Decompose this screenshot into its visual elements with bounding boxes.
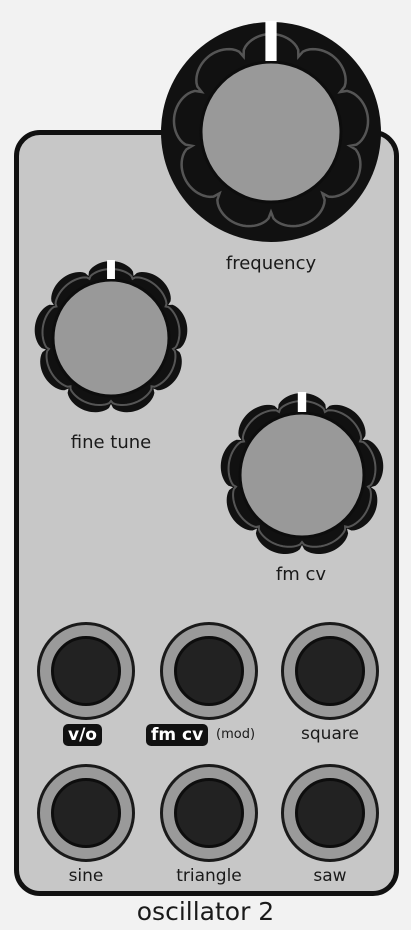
knob-pointer [265,21,277,61]
triangle-output-jack[interactable] [160,764,258,862]
jack-socket [295,636,365,706]
knob-cap [238,411,366,539]
triangle-label: triangle [176,866,242,886]
knob-pointer [107,260,115,279]
fm-cv-label: fm cv [275,564,327,585]
fm-cv-jack-label: fm cv [146,724,209,746]
fine-tune-label: fine tune [70,432,152,453]
fine-tune-knob[interactable] [32,253,190,423]
frequency-label: frequency [225,253,317,274]
saw-label: saw [313,866,347,886]
saw-output-jack[interactable] [281,764,379,862]
jack-socket [174,778,244,848]
fm-cv-knob[interactable] [218,389,386,561]
square-label: square [301,724,359,744]
knob-pointer [297,392,307,412]
knob-cap [51,278,171,398]
vo-label: v/o [63,724,102,746]
jack-socket [295,778,365,848]
sine-output-jack[interactable] [37,764,135,862]
fm-cv-input-jack[interactable] [160,622,258,720]
module-title: oscillator 2 [136,897,275,926]
square-output-jack[interactable] [281,622,379,720]
jack-socket [51,636,121,706]
vo-input-jack[interactable] [37,622,135,720]
knob-cap [199,60,343,204]
frequency-knob[interactable] [159,20,383,244]
jack-socket [51,778,121,848]
sine-label: sine [68,866,104,886]
jack-socket [174,636,244,706]
mod-note: (mod) [216,727,256,742]
